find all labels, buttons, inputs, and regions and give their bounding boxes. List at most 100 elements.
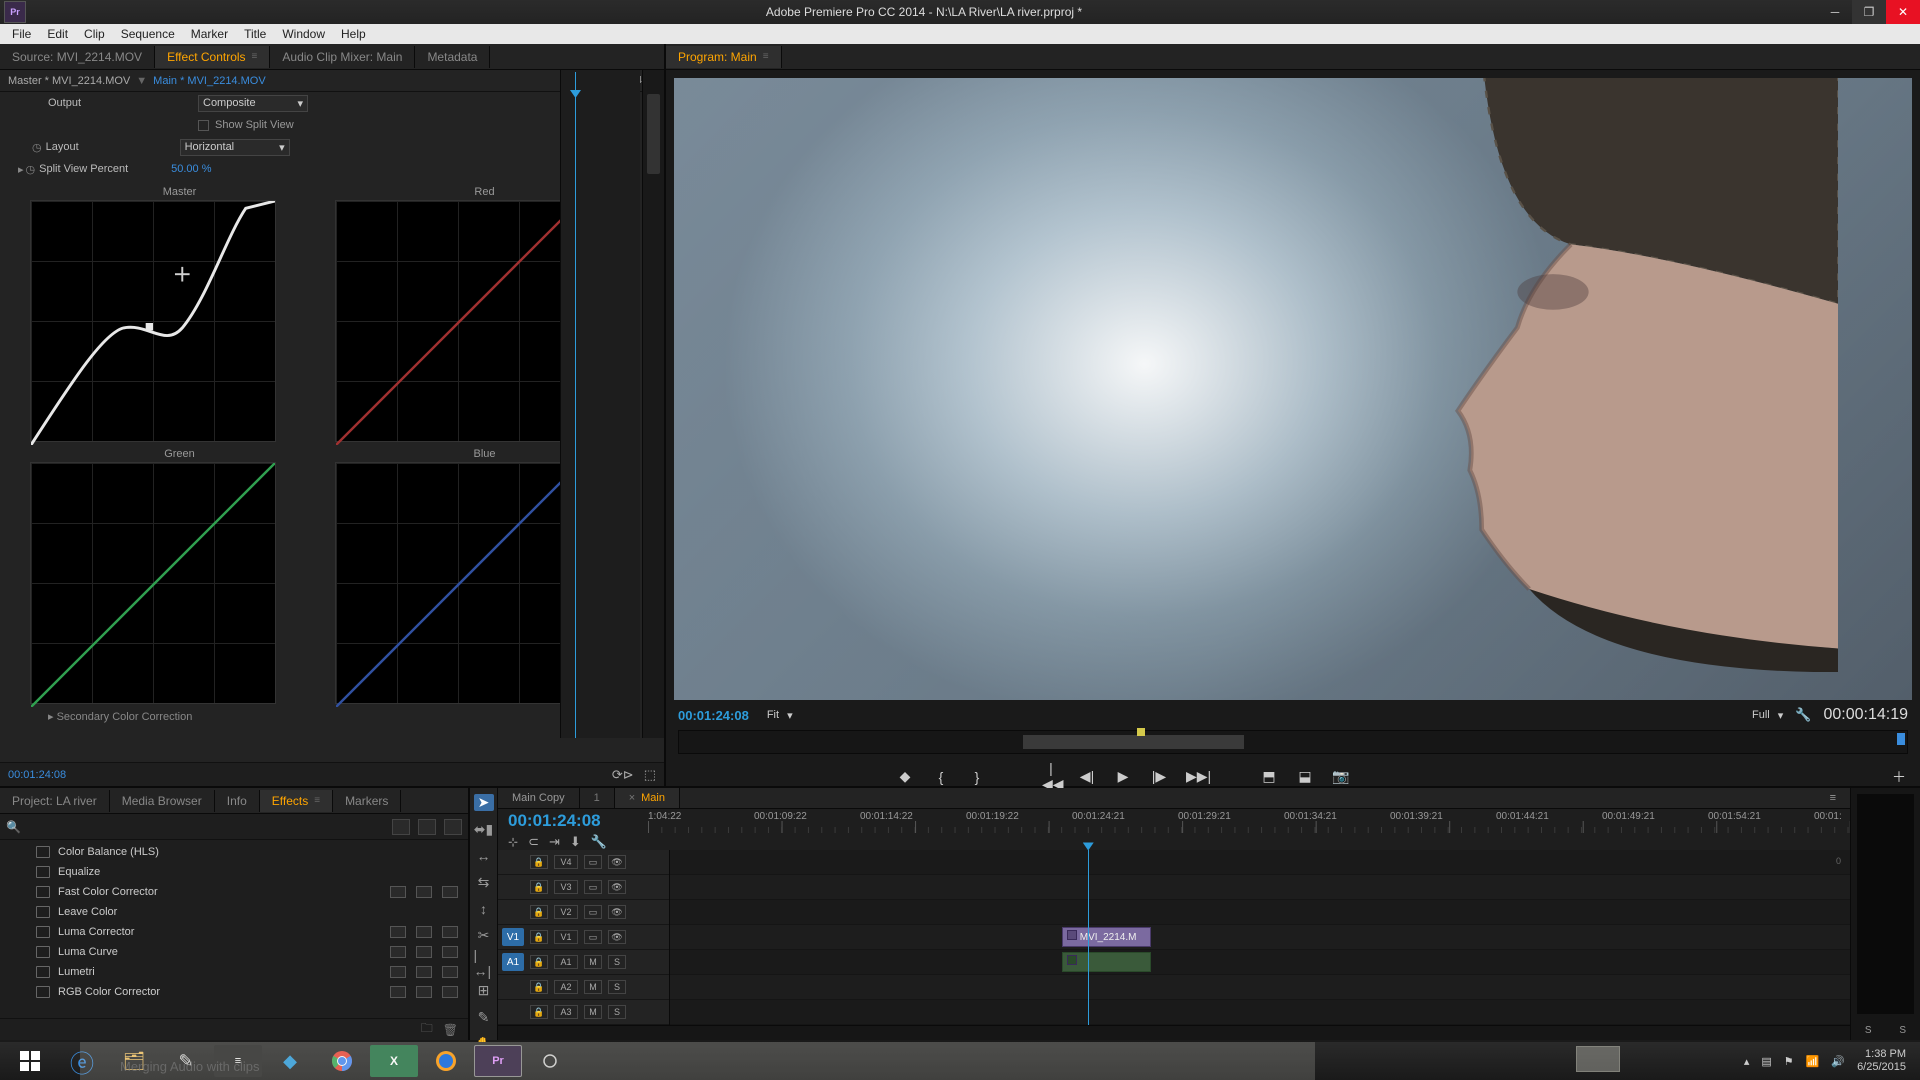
ec-playhead[interactable] — [570, 90, 581, 98]
wrench-icon[interactable]: 🔧 — [591, 834, 607, 850]
ripple-edit-tool[interactable]: ↔ — [474, 848, 494, 864]
track-header[interactable]: 🔒 V2 ▭ 👁 — [498, 900, 669, 925]
tab-sequence-main[interactable]: ×Main — [615, 788, 680, 808]
track-solo-button[interactable]: S — [608, 955, 626, 969]
tab-media-browser[interactable]: Media Browser — [110, 790, 215, 812]
tab-source[interactable]: Source: MVI_2214.MOV — [0, 46, 155, 68]
menu-file[interactable]: File — [4, 25, 39, 43]
track-sync-icon[interactable]: ▭ — [584, 905, 602, 919]
tab-sequence-copy[interactable]: Main Copy — [498, 788, 580, 808]
tray-icon[interactable]: ▤ — [1761, 1055, 1771, 1068]
rolling-edit-tool[interactable]: ⇆ — [474, 874, 494, 891]
layout-dropdown[interactable]: Horizontal▾ — [180, 139, 290, 156]
snap-icon[interactable]: ⊹ — [508, 835, 518, 849]
tab-effect-controls[interactable]: Effect Controls≡ — [155, 46, 270, 68]
effect-item[interactable]: RGB Color Corrector — [0, 982, 468, 1002]
tray-volume-icon[interactable]: 🔊 — [1831, 1055, 1845, 1068]
taskbar-premiere-icon[interactable]: Pr — [474, 1045, 522, 1077]
menu-sequence[interactable]: Sequence — [113, 25, 183, 43]
out-point-icon[interactable] — [1897, 733, 1905, 745]
go-to-out-button[interactable]: ▶▶| — [1186, 768, 1204, 785]
menubar[interactable]: File Edit Clip Sequence Marker Title Win… — [0, 24, 1920, 44]
close-icon[interactable]: × — [629, 792, 635, 804]
track-mute-button[interactable]: M — [584, 1005, 602, 1019]
track-header[interactable]: A1🔒A1MS — [498, 950, 669, 975]
track-sync-icon[interactable]: ▭ — [584, 930, 602, 944]
program-scrubber[interactable] — [678, 730, 1908, 754]
razor-tool[interactable]: ✂ — [474, 927, 494, 944]
track-area[interactable]: 00 MVI_2214.M — [670, 850, 1850, 1025]
menu-title[interactable]: Title — [236, 25, 274, 43]
track-eye-icon[interactable]: 👁 — [608, 905, 626, 919]
track-lock-icon[interactable]: 🔒 — [530, 1005, 548, 1019]
track-lock-icon[interactable]: 🔒 — [530, 855, 548, 869]
filter-yuv-icon[interactable] — [444, 819, 462, 835]
mark-in-button[interactable]: { — [932, 769, 950, 785]
track-source-patch[interactable] — [502, 853, 524, 871]
stopwatch-icon[interactable]: ◷ — [32, 141, 42, 154]
curve-master[interactable] — [30, 200, 276, 442]
track-label[interactable]: A2 — [554, 980, 578, 994]
track-eye-icon[interactable]: 👁 — [608, 855, 626, 869]
system-tray[interactable]: ▴ ▤ ⚑ 📶 🔊 1:38 PM 6/25/2015 — [1744, 1048, 1914, 1074]
track-row[interactable] — [670, 975, 1850, 1000]
track-header[interactable]: 🔒A3MS — [498, 1000, 669, 1025]
track-label[interactable]: A1 — [554, 955, 578, 969]
taskbar-app-icon[interactable]: ◆ — [266, 1045, 314, 1077]
track-source-patch[interactable] — [502, 978, 524, 996]
track-label[interactable]: V3 — [554, 880, 578, 894]
export-frame-button[interactable]: 📷 — [1332, 768, 1350, 785]
curve-red[interactable] — [335, 200, 581, 442]
menu-edit[interactable]: Edit — [39, 25, 76, 43]
settings-icon[interactable]: 🔧 — [1795, 707, 1811, 723]
timeline-clip-video[interactable]: MVI_2214.M — [1062, 927, 1152, 947]
effect-item[interactable]: Luma Curve — [0, 942, 468, 962]
pen-tool[interactable]: ✎ — [474, 1009, 494, 1026]
effect-item[interactable]: Equalize — [0, 862, 468, 882]
track-solo-button[interactable]: S — [608, 980, 626, 994]
track-eye-icon[interactable]: 👁 — [608, 930, 626, 944]
lift-button[interactable]: ⬒ — [1260, 768, 1278, 785]
split-view-checkbox[interactable] — [198, 120, 209, 131]
effects-search-input[interactable] — [29, 821, 384, 833]
windows-taskbar[interactable]: ⓔ 🗂 ✎ ≡ ◆ X Pr Merging Audio with clips … — [0, 1042, 1920, 1080]
window-close-button[interactable]: ✕ — [1886, 0, 1920, 24]
effect-item[interactable]: Luma Corrector — [0, 922, 468, 942]
track-select-tool[interactable]: ⬌▮ — [474, 821, 494, 838]
effect-item[interactable]: Lumetri — [0, 962, 468, 982]
effect-item[interactable]: Fast Color Corrector — [0, 882, 468, 902]
track-source-patch[interactable] — [502, 878, 524, 896]
timeline-clip-audio[interactable] — [1062, 952, 1152, 972]
new-bin-icon[interactable]: 🗀 — [421, 1019, 433, 1040]
solo-label[interactable]: S — [1899, 1025, 1906, 1036]
track-row[interactable] — [670, 950, 1850, 975]
effect-item[interactable]: Leave Color — [0, 902, 468, 922]
track-source-patch[interactable]: V1 — [502, 928, 524, 946]
work-area-bar[interactable] — [1023, 735, 1244, 749]
track-label[interactable]: V2 — [554, 905, 578, 919]
add-marker-button[interactable]: ◆ — [896, 768, 914, 785]
tab-markers[interactable]: Markers — [333, 790, 401, 812]
effects-list[interactable]: Color Balance (HLS)EqualizeFast Color Co… — [0, 840, 468, 1018]
zoom-fit-dropdown[interactable]: Fit▾ — [767, 709, 793, 722]
track-lock-icon[interactable]: 🔒 — [530, 905, 548, 919]
export-frame-icon[interactable]: ⬚ — [644, 767, 656, 783]
tab-effects[interactable]: Effects≡ — [260, 790, 333, 812]
track-row[interactable] — [670, 900, 1850, 925]
tray-arrow-icon[interactable]: ▴ — [1744, 1055, 1750, 1068]
track-lock-icon[interactable]: 🔒 — [530, 955, 548, 969]
panel-menu-icon[interactable]: ≡ — [763, 51, 769, 62]
timeline-scrollbar[interactable] — [498, 1025, 1850, 1040]
resolution-dropdown[interactable]: Full▾ — [1752, 709, 1783, 722]
curve-green[interactable] — [30, 462, 276, 704]
window-maximize-button[interactable]: ❐ — [1852, 0, 1886, 24]
extract-button[interactable]: ⬓ — [1296, 768, 1314, 785]
menu-clip[interactable]: Clip — [76, 25, 113, 43]
effect-item[interactable]: Color Balance (HLS) — [0, 842, 468, 862]
tab-info[interactable]: Info — [215, 790, 260, 812]
marker-icon[interactable] — [1137, 728, 1145, 736]
tab-metadata[interactable]: Metadata — [415, 46, 490, 68]
split-percent-value[interactable]: 50.00 % — [171, 163, 211, 175]
track-sync-icon[interactable]: ▭ — [584, 855, 602, 869]
delete-icon[interactable]: 🗑 — [443, 1023, 458, 1037]
